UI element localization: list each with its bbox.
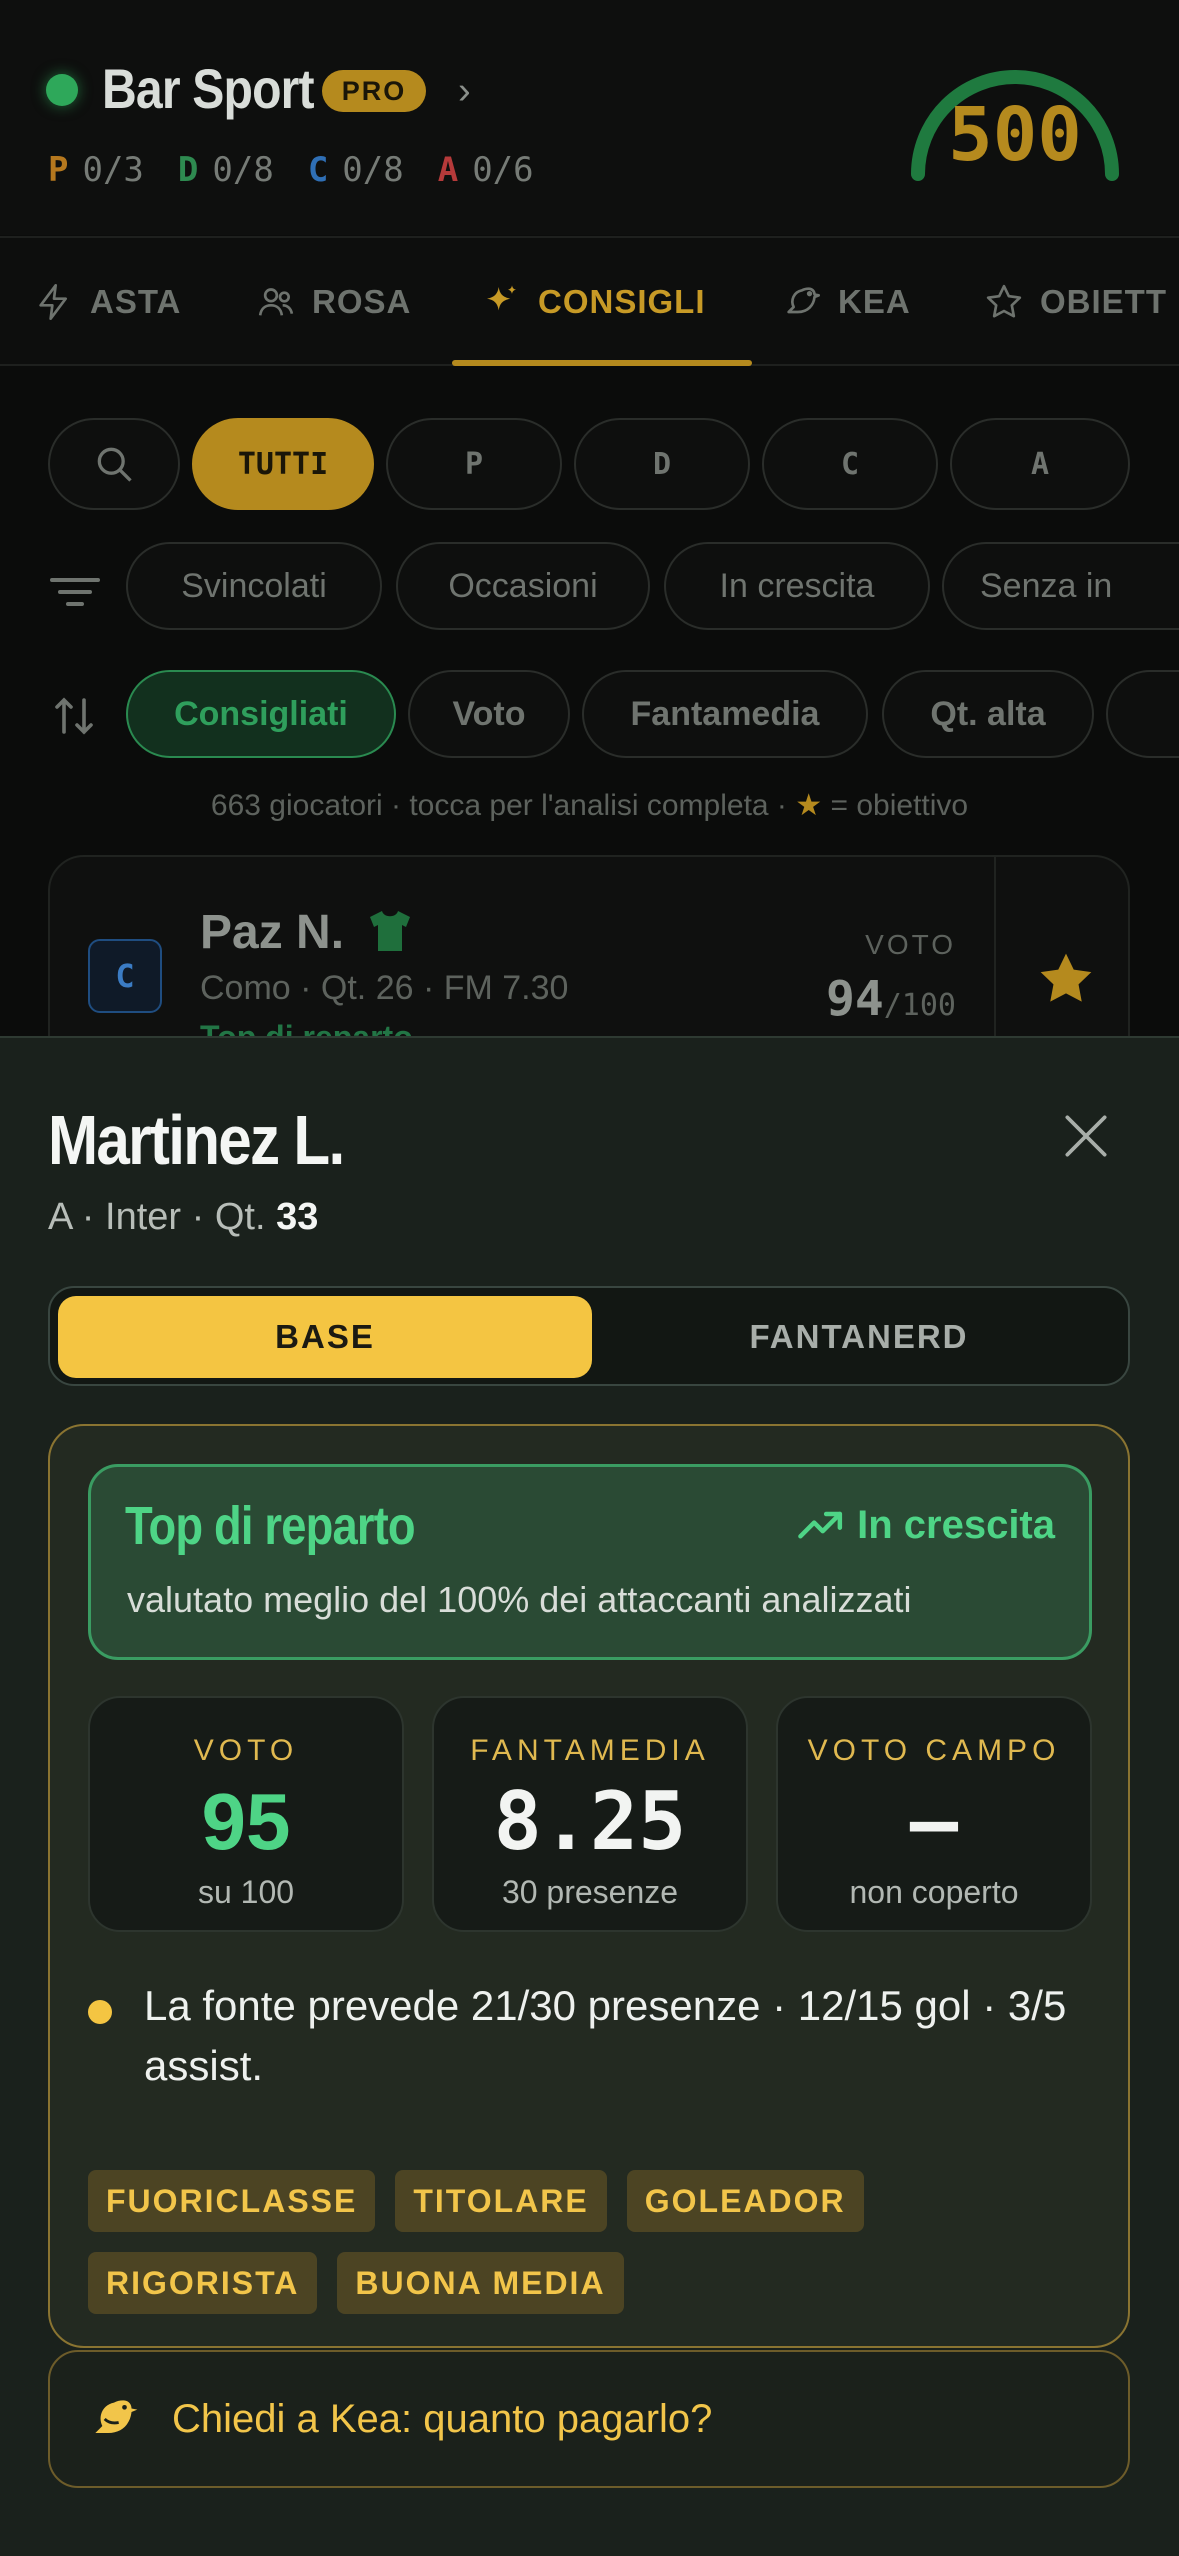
- tag-titolare: TITOLARE: [395, 2170, 607, 2232]
- sort-icon: [55, 697, 93, 735]
- category-svincolati[interactable]: Svincolati: [126, 542, 382, 630]
- player-detail-sheet: Martinez L. A · Inter · Qt. 33 BASE FANT…: [0, 1036, 1179, 2556]
- chevron-right-icon[interactable]: ›: [458, 70, 471, 113]
- trend-badge: In crescita: [797, 1503, 1055, 1548]
- bird-icon: [787, 287, 820, 314]
- quota-p: P 0/3: [48, 150, 144, 190]
- forecast-note: La fonte prevede 21/30 presenze · 12/15 …: [88, 1976, 1098, 2096]
- tab-rosa[interactable]: ROSA: [256, 238, 411, 366]
- tab-asta[interactable]: ASTA: [34, 238, 181, 366]
- sort-more[interactable]: [1106, 670, 1179, 758]
- close-icon[interactable]: [1058, 1108, 1114, 1164]
- player-card[interactable]: C Paz N. Como · Qt. 26 · FM 7.30 Top di …: [48, 855, 1130, 1040]
- online-status-dot: [46, 74, 78, 106]
- view-segmented-control: BASE FANTANERD: [48, 1286, 1130, 1386]
- voto-label: VOTO: [865, 929, 956, 960]
- active-tab-indicator: [452, 360, 752, 366]
- tab-obiettivi[interactable]: OBIETT: [984, 238, 1167, 366]
- sort-consigliati[interactable]: Consigliati: [126, 670, 396, 758]
- star-icon: ★: [795, 789, 823, 822]
- highlight-description: valutato meglio del 100% dei attaccanti …: [127, 1579, 912, 1620]
- users-icon: [258, 288, 294, 316]
- role-filter-c[interactable]: C: [762, 418, 938, 510]
- bird-icon: [95, 2400, 138, 2433]
- app-background: Bar Sport PRO › P 0/3 D 0/8 C 0/8 A 0/6 500 …: [0, 0, 1179, 1040]
- sparkle-icon: [487, 285, 517, 311]
- tag-fuoriclasse: FUORICLASSE: [88, 2170, 376, 2232]
- tag-rigorista: RIGORISTA: [88, 2252, 318, 2314]
- league-header: Bar Sport PRO › P 0/3 D 0/8 C 0/8 A 0/6 500: [0, 0, 1179, 235]
- role-filter-tutti[interactable]: TUTTI: [192, 418, 374, 510]
- quotation-value: 33: [276, 1196, 319, 1238]
- stat-voto: VOTO 95 su 100: [88, 1696, 404, 1932]
- trending-up-icon: [798, 1511, 843, 1539]
- stat-fantamedia: FANTAMEDIA 8.25 30 presenze: [432, 1696, 748, 1932]
- budget-value: 500: [948, 92, 1082, 178]
- card-divider: [994, 857, 996, 1040]
- segment-base[interactable]: BASE: [58, 1296, 592, 1378]
- quota-c: C 0/8: [307, 150, 404, 190]
- sort-qt-alta[interactable]: Qt. alta: [882, 670, 1094, 758]
- stat-voto-campo: VOTO CAMPO — non coperto: [776, 1696, 1092, 1932]
- shirt-icon: [370, 911, 410, 951]
- category-occasioni[interactable]: Occasioni: [396, 542, 650, 630]
- role-filter-d[interactable]: D: [574, 418, 750, 510]
- role-filter-p[interactable]: P: [386, 418, 562, 510]
- player-meta: Como · Qt. 26 · FM 7.30: [200, 969, 569, 1007]
- category-senza-infortuni[interactable]: Senza in: [942, 542, 1179, 630]
- role-badge: C: [88, 939, 162, 1013]
- tag-buona-media: BUONA MEDIA: [337, 2252, 624, 2314]
- voto-value: 94/100: [825, 971, 956, 1027]
- player-name: Paz N.: [200, 906, 345, 959]
- quota-a: A 0/6: [437, 150, 534, 190]
- ask-kea-button[interactable]: Chiedi a Kea: quanto pagarlo?: [48, 2350, 1130, 2488]
- segment-fantanerd[interactable]: FANTANERD: [596, 1296, 1122, 1378]
- highlight-box: Top di reparto In crescita valutato megl…: [88, 1464, 1092, 1660]
- analysis-panel: Top di reparto In crescita valutato megl…: [48, 1424, 1130, 2348]
- results-hint: 663 giocatori · tocca per l'analisi comp…: [210, 789, 969, 822]
- sheet-player-meta: A · Inter · Qt. 33: [48, 1196, 319, 1238]
- pro-badge: PRO: [322, 70, 426, 112]
- filter-icon: [50, 578, 100, 606]
- sheet-player-name: Martinez L.: [48, 1101, 345, 1179]
- category-in-crescita[interactable]: In crescita: [664, 542, 930, 630]
- quota-d: D 0/8: [177, 150, 274, 190]
- star-icon: [986, 284, 1022, 318]
- main-tabs: ASTA ROSA CONSIGLI KEA OBIETT: [0, 236, 1179, 366]
- tag-goleador: GOLEADOR: [626, 2170, 864, 2232]
- player-tags: FUORICLASSE TITOLARE GOLEADOR RIGORISTA …: [88, 2170, 1098, 2314]
- search-button[interactable]: [48, 418, 180, 510]
- sort-fantamedia[interactable]: Fantamedia: [582, 670, 868, 758]
- star-icon[interactable]: [1034, 947, 1098, 1011]
- role-quotas: P 0/3 D 0/8 C 0/8 A 0/6: [48, 150, 534, 190]
- league-name[interactable]: Bar Sport: [102, 56, 315, 121]
- bullet-icon: [88, 2000, 112, 2024]
- tab-kea[interactable]: KEA: [782, 238, 911, 366]
- bolt-icon: [39, 284, 67, 320]
- tab-consigli[interactable]: CONSIGLI: [482, 238, 706, 366]
- role-filter-a[interactable]: A: [950, 418, 1130, 510]
- highlight-title: Top di reparto: [125, 1496, 416, 1556]
- search-icon: [97, 447, 132, 482]
- sort-voto[interactable]: Voto: [408, 670, 570, 758]
